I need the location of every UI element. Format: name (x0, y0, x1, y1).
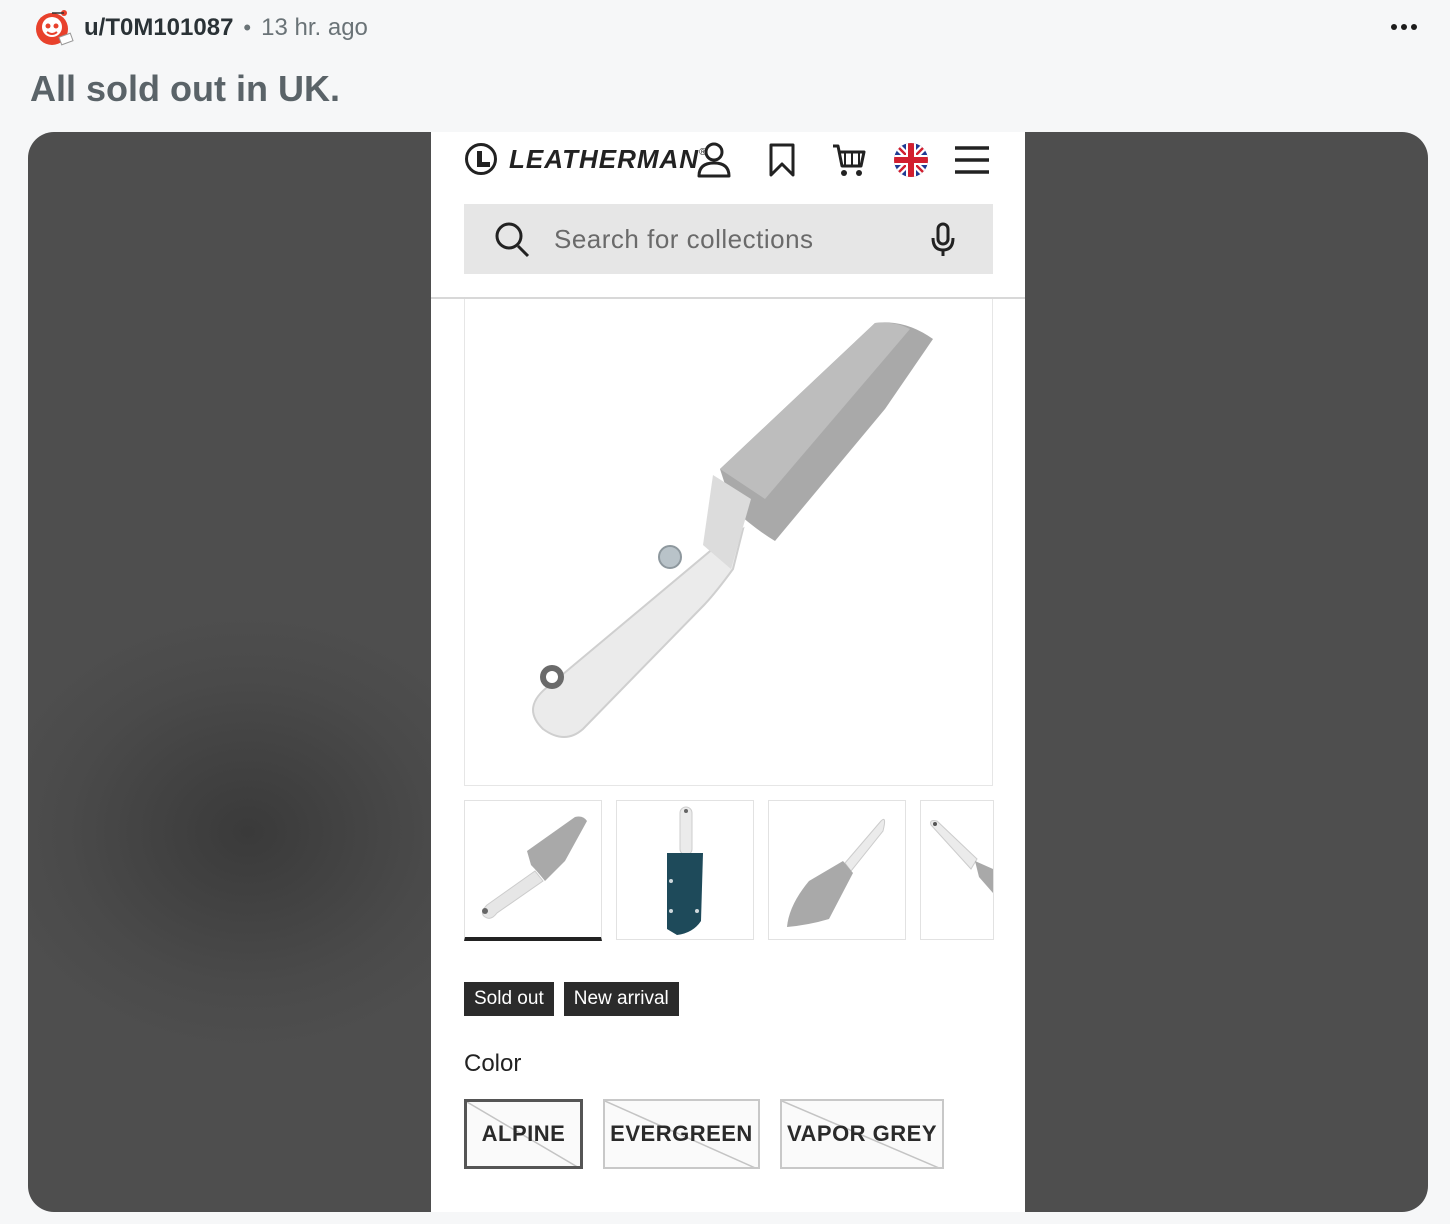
color-option-label: VAPOR GREY (786, 1121, 938, 1146)
brand-logo[interactable]: LEATHERMAN ® (465, 140, 706, 178)
microphone-icon[interactable] (930, 222, 956, 263)
color-option-vapor-grey[interactable]: VAPOR GREY (780, 1099, 944, 1169)
product-main-image[interactable] (464, 299, 993, 786)
post-username[interactable]: u/T0M101087 (84, 14, 233, 42)
more-icon-dot (1401, 24, 1407, 30)
post-media-image[interactable]: LEATHERMAN ® Search for collections Sold… (28, 132, 1428, 1212)
search-input[interactable]: Search for collections (554, 224, 814, 255)
badge-new-arrival: New arrival (563, 982, 679, 1016)
color-option-label: EVERGREEN (610, 1121, 753, 1146)
thumbnail-4[interactable] (920, 800, 994, 940)
product-badges: Sold out New arrival (464, 982, 679, 1016)
bookmark-icon[interactable] (761, 138, 803, 182)
uk-flag-icon[interactable] (890, 138, 932, 182)
meta-separator: • (243, 15, 252, 40)
more-icon-dot (1411, 24, 1417, 30)
thumbnail-3[interactable] (768, 800, 906, 940)
color-option-evergreen[interactable]: EVERGREEN (603, 1099, 760, 1169)
search-bar[interactable]: Search for collections (464, 204, 993, 274)
color-heading: Color (464, 1050, 522, 1077)
menu-icon[interactable] (951, 138, 993, 182)
more-options-button[interactable] (1384, 12, 1424, 42)
user-avatar[interactable] (30, 5, 76, 51)
post-timestamp: 13 hr. ago (261, 14, 368, 41)
brand-name: LEATHERMAN (509, 143, 700, 174)
badge-sold-out: Sold out (464, 982, 554, 1016)
post-title: All sold out in UK. (30, 68, 340, 109)
color-option-alpine[interactable]: ALPINE (464, 1099, 583, 1169)
account-icon[interactable] (693, 138, 735, 182)
more-icon (1391, 24, 1397, 30)
search-icon (494, 221, 530, 264)
thumbnail-2[interactable] (616, 800, 754, 940)
color-options: ALPINE EVERGREEN VAPOR GREY (464, 1099, 944, 1169)
thumbnail-1[interactable] (464, 800, 602, 941)
logo-mark-icon (465, 143, 497, 175)
site-header: LEATHERMAN ® (431, 132, 1025, 190)
post-header: u/T0M101087 • 13 hr. ago (30, 6, 1430, 50)
color-option-label: ALPINE (481, 1121, 566, 1146)
cart-icon[interactable] (828, 138, 870, 182)
screenshot-page: LEATHERMAN ® Search for collections Sold… (431, 132, 1025, 1212)
